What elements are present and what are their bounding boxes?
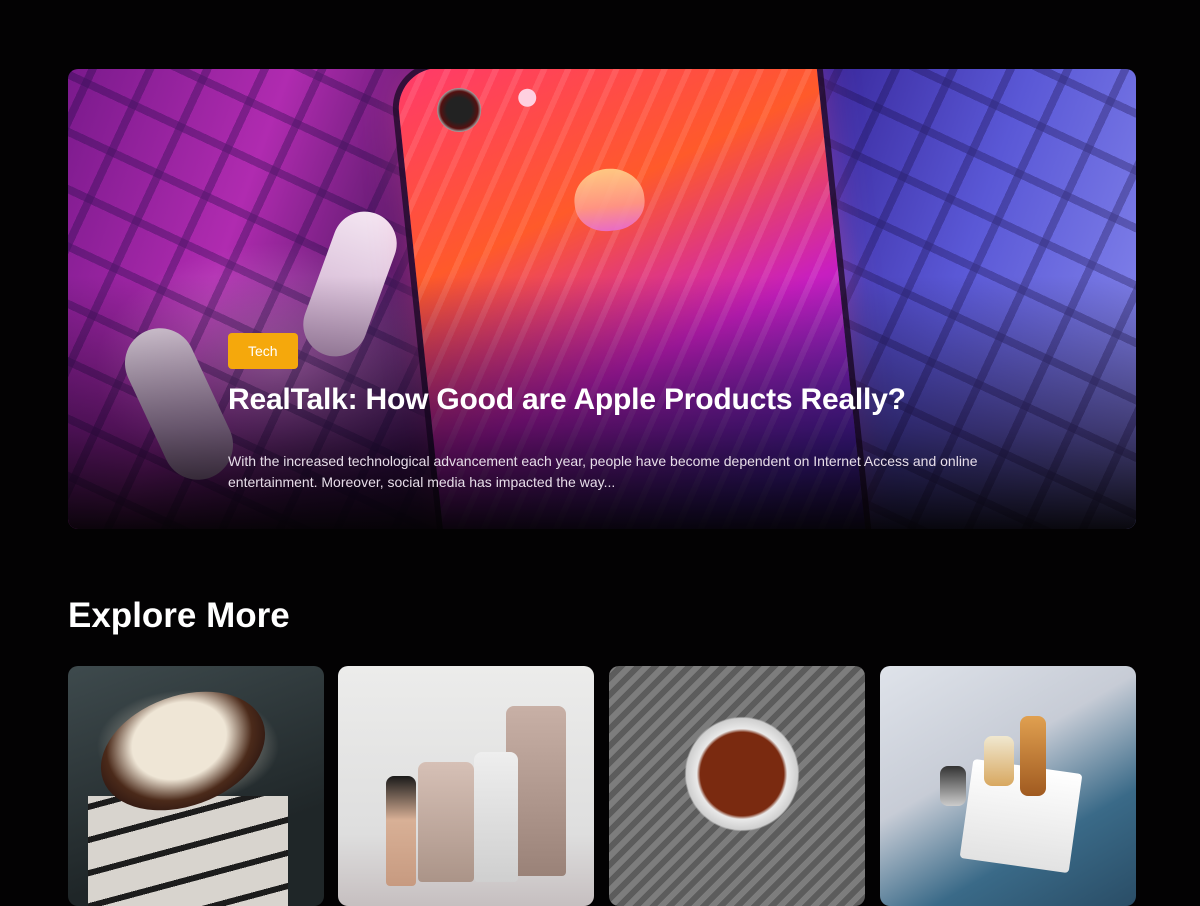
card-image-tea	[609, 666, 865, 906]
article-card[interactable]	[68, 666, 324, 906]
article-title[interactable]: RealTalk: How Good are Apple Products Re…	[228, 383, 1008, 417]
category-tag[interactable]: Tech	[228, 333, 298, 369]
article-card[interactable]	[609, 666, 865, 906]
article-excerpt: With the increased technological advance…	[228, 453, 978, 490]
card-image-skincare	[338, 666, 594, 906]
featured-article-card[interactable]: Tech RealTalk: How Good are Apple Produc…	[68, 69, 1136, 529]
article-card[interactable]	[338, 666, 594, 906]
card-image-perfume	[880, 666, 1136, 906]
hero-content: Tech RealTalk: How Good are Apple Produc…	[228, 333, 1008, 493]
article-card[interactable]	[880, 666, 1136, 906]
section-title: Explore More	[68, 596, 290, 635]
card-image-chocolate	[68, 666, 324, 906]
